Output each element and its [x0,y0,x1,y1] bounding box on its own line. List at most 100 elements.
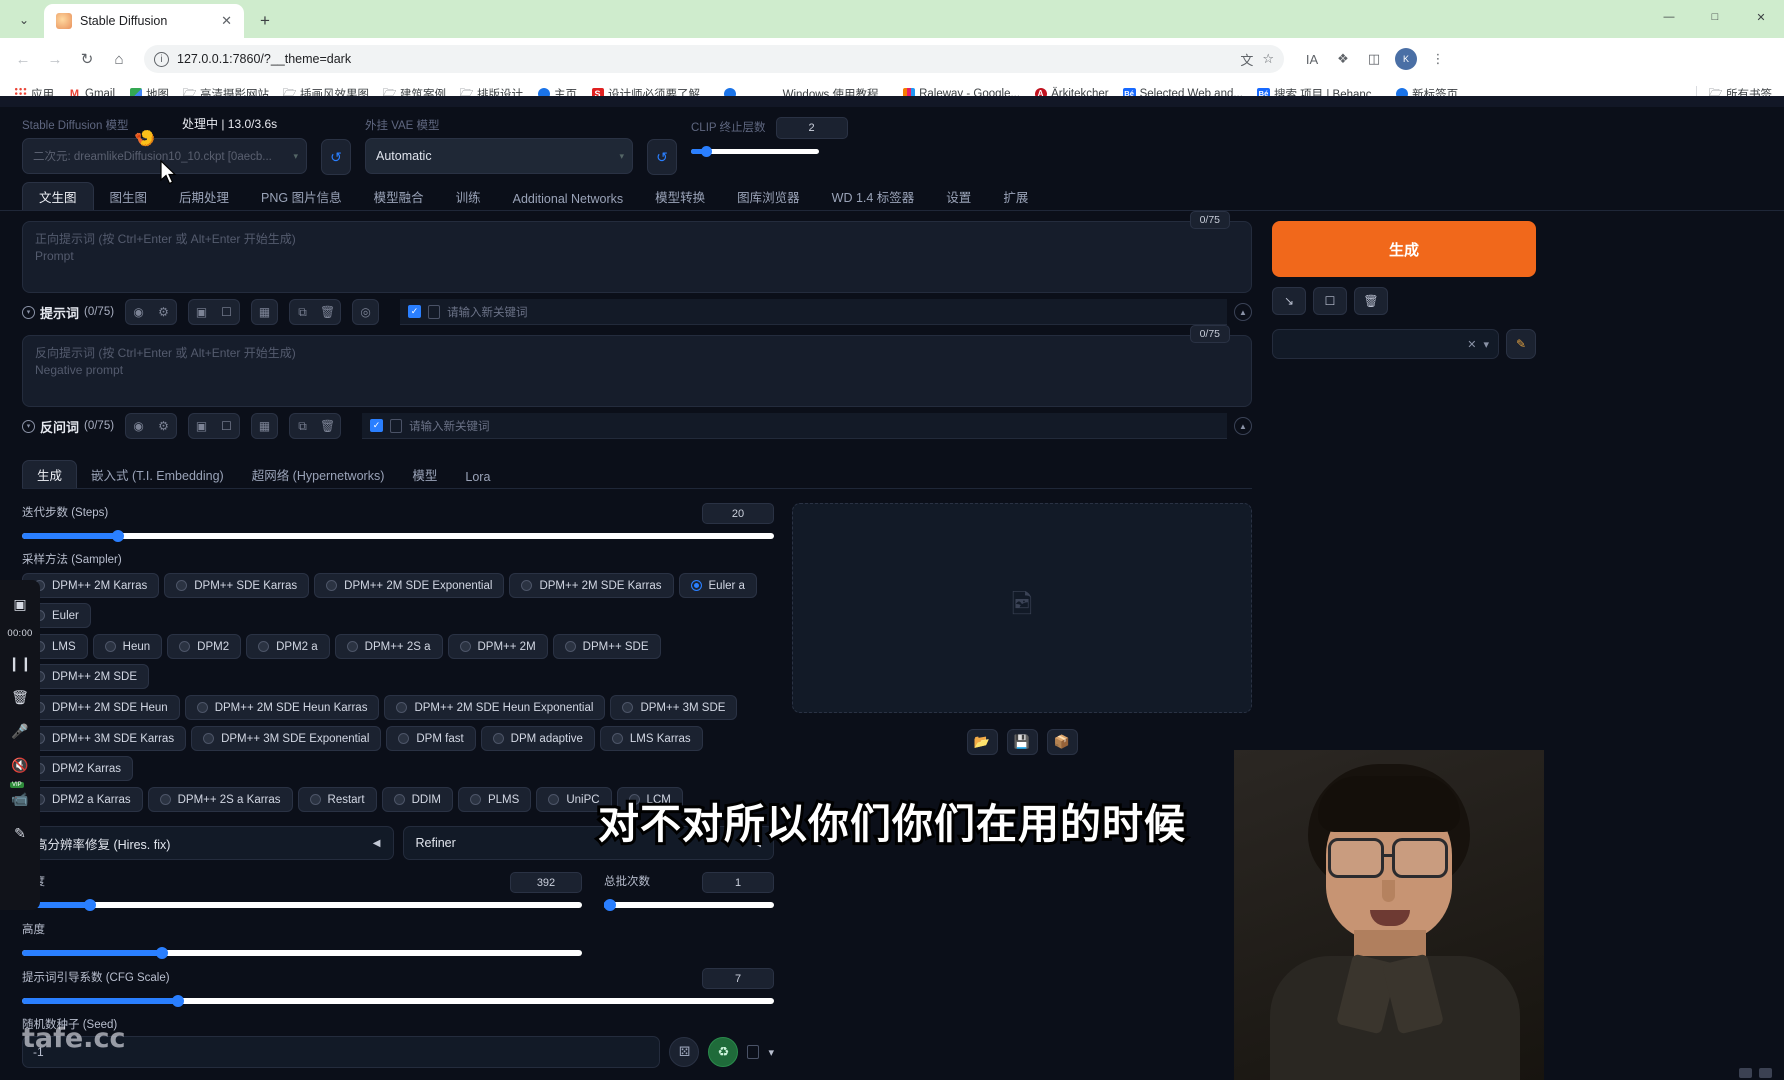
sampler-option[interactable]: Heun [92,634,163,659]
tab-settings[interactable]: 设置 [930,183,987,210]
sampler-option[interactable]: DPM2 a [246,634,330,659]
pause-icon[interactable]: ❙❙ [8,653,32,673]
sampler-option[interactable]: DPM++ 2M [447,634,548,659]
delete-recording-icon[interactable]: 🗑 [8,687,32,707]
sampler-option[interactable]: DPM++ 2M SDE Exponential [314,573,505,598]
translate-icon[interactable]: ▦ [252,414,277,438]
sampler-option[interactable]: DPM adaptive [480,726,595,751]
chevron-down-circle-icon[interactable]: ▾ [22,419,35,433]
close-icon[interactable]: ✕ [217,13,236,29]
chevron-down-circle-icon[interactable]: ▾ [22,305,35,319]
clear-icon[interactable]: ✕ [1467,338,1476,351]
read-params-icon[interactable]: ↘ [1272,287,1306,315]
subtab-generation[interactable]: 生成 [22,460,78,488]
keyword-checkbox[interactable]: ✓ [370,419,384,432]
cfg-slider-knob[interactable] [172,995,185,1007]
microphone-icon[interactable]: 🎤 [8,721,32,741]
styles-select[interactable]: ✕ ▾ [1272,329,1499,359]
sampler-option[interactable]: DPM++ 2M Karras [22,573,160,598]
tab-png-info[interactable]: PNG 图片信息 [245,183,358,210]
browser-tab[interactable]: Stable Diffusion ✕ [44,4,244,38]
bookmark-icon[interactable]: ☐ [214,414,239,438]
trash-icon[interactable]: 🗑 [315,414,340,438]
palette-icon[interactable]: ◎ [353,300,378,324]
chevron-down-icon[interactable]: ▾ [1483,338,1489,351]
list-icon[interactable]: ▣ [189,414,214,438]
negative-keyword-field[interactable]: ✓ 请输入新关键词 [362,413,1227,439]
sampler-option[interactable]: DPM2 [167,634,242,659]
translate-icon[interactable]: ▦ [252,300,277,324]
window-close-icon[interactable]: ✕ [1738,0,1784,34]
positive-prompt-input[interactable]: 正向提示词 (按 Ctrl+Enter 或 Alt+Enter 开始生成) Pr… [22,221,1252,293]
random-seed-dice-icon[interactable]: ⚄ [669,1037,700,1067]
copy-icon[interactable]: ⧉ [290,414,315,438]
player-control-2[interactable] [1759,1068,1772,1078]
player-control-1[interactable] [1739,1068,1752,1078]
new-tab-button[interactable]: + [251,7,279,35]
tab-search-chevron-icon[interactable]: ⌄ [6,5,42,35]
height-slider[interactable] [22,947,582,959]
sampler-option[interactable]: DPM++ 3M SDE Karras [22,726,187,751]
side-panel-icon[interactable]: ◫ [1360,45,1388,73]
clip-slider-knob[interactable] [701,146,712,157]
home-icon[interactable]: ⌂ [104,44,134,74]
cfg-slider[interactable] [22,995,774,1007]
negative-collapse-icon[interactable]: ▲ [1234,417,1252,435]
batch-count-slider[interactable] [604,899,774,911]
tab-image-browser[interactable]: 图库浏览器 [721,183,816,210]
clip-value-input[interactable]: 2 [775,117,848,139]
bookmark-star-icon[interactable]: ☆ [1262,51,1274,67]
tab-img2img[interactable]: 图生图 [94,183,164,210]
width-value-input[interactable]: 392 [510,872,582,893]
maximize-icon[interactable]: □ [1692,0,1738,34]
extension-ia-icon[interactable]: IA [1298,45,1326,73]
sampler-option[interactable]: DPM++ 2M SDE Karras [509,573,674,598]
sampler-option[interactable]: DPM++ 2M SDE Heun Karras [184,695,380,720]
folder-open-icon[interactable]: 📂 [966,729,998,755]
clip-slider[interactable] [691,146,819,157]
tab-extensions[interactable]: 扩展 [987,183,1044,210]
sampler-option[interactable]: DPM fast [386,726,476,751]
site-info-icon[interactable]: i [154,51,169,67]
globe-icon[interactable]: ◉ [126,300,151,324]
refresh-model-button[interactable]: ↺ [321,139,351,175]
sampler-option[interactable]: DPM++ 2M SDE [22,664,149,689]
vae-select[interactable]: Automatic ▾ [365,138,633,174]
subtab-lora[interactable]: Lora [451,466,504,488]
batch-count-slider-knob[interactable] [604,899,616,911]
sampler-option[interactable]: DPM++ SDE [552,634,661,659]
copy-icon[interactable]: ⧉ [290,300,315,324]
clipboard-icon[interactable]: ☐ [1313,287,1347,315]
gear-icon[interactable]: ⚙ [151,300,176,324]
width-slider[interactable] [22,899,582,911]
chevron-down-icon[interactable]: ▾ [768,1046,774,1059]
zip-icon[interactable]: 📦 [1046,729,1078,755]
width-slider-knob[interactable] [83,899,96,911]
save-icon[interactable]: 💾 [1006,729,1038,755]
keyword-secondary-box[interactable] [428,304,441,319]
tab-checkpoint-merger[interactable]: 模型融合 [358,183,440,210]
sampler-option[interactable]: DPM++ 2S a [334,634,443,659]
reload-icon[interactable]: ↻ [72,44,102,74]
browser-menu-icon[interactable]: ⋮ [1424,45,1452,73]
positive-keyword-field[interactable]: ✓ 请输入新关键词 [400,299,1227,325]
height-slider-knob[interactable] [156,947,169,959]
tab-extras[interactable]: 后期处理 [163,183,245,210]
screen-capture-icon[interactable]: ▣ [8,594,32,614]
mute-icon[interactable]: 🔇 [8,755,32,775]
extension-puzzle-icon[interactable]: ❖ [1329,45,1357,73]
negative-prompt-title-group[interactable]: ▾ 反问词 (0/75) [22,417,114,436]
subtab-embedding[interactable]: 嵌入式 (T.I. Embedding) [77,461,238,488]
seed-extra-checkbox[interactable] [747,1045,760,1059]
sampler-option[interactable]: DPM++ SDE Karras [164,573,310,598]
gear-icon[interactable]: ⚙ [151,414,176,438]
trash-icon[interactable]: 🗑 [1354,287,1388,315]
steps-slider-knob[interactable] [112,530,125,542]
avatar[interactable]: K [1395,48,1417,70]
cfg-value-input[interactable]: 7 [702,968,774,989]
recycle-seed-icon[interactable]: ♻ [708,1037,739,1067]
sampler-option[interactable]: DPM++ 2M SDE Heun Exponential [384,695,606,720]
positive-prompt-title-group[interactable]: ▾ 提示词 (0/75) [22,303,114,322]
forward-icon[interactable]: → [40,44,70,74]
subtab-hypernetworks[interactable]: 超网络 (Hypernetworks) [238,461,399,488]
